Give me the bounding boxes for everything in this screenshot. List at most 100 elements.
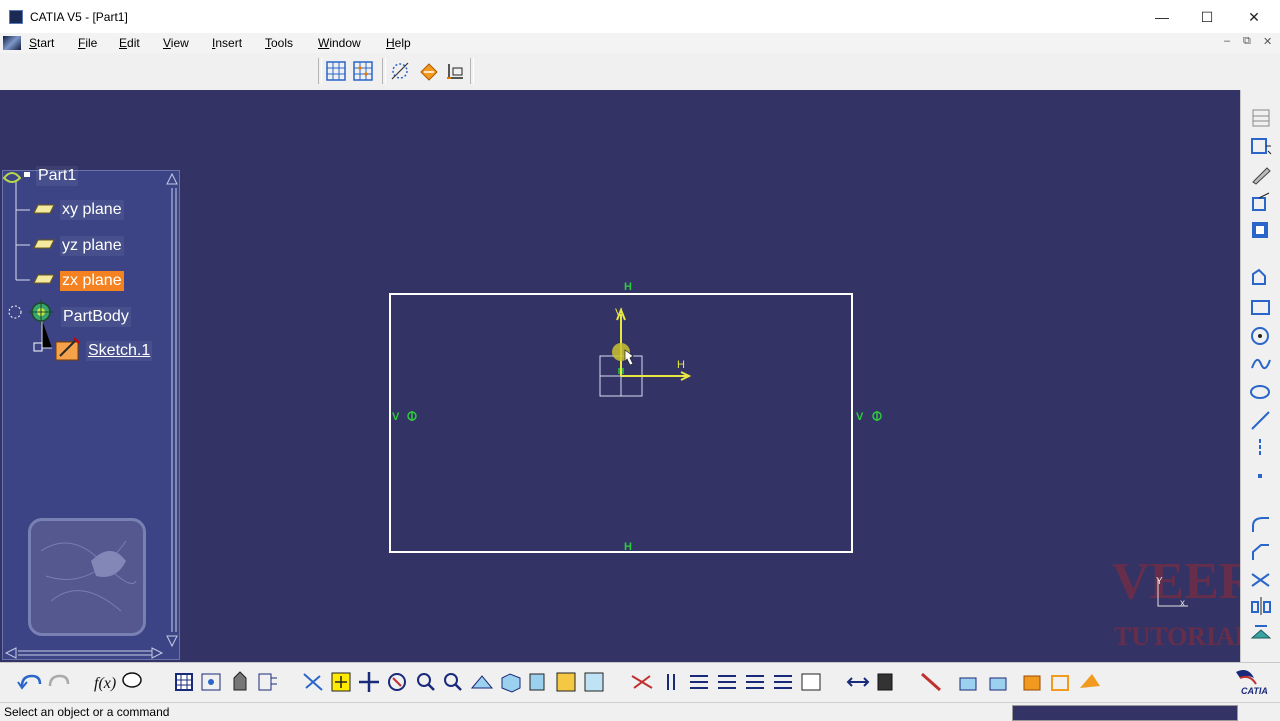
visualization-icon[interactable] [877, 673, 893, 691]
minimize-button[interactable]: — [1142, 5, 1182, 29]
iso-view-icon[interactable] [501, 673, 521, 693]
corner-icon[interactable] [1249, 512, 1273, 536]
tree-item-part1[interactable]: Part1 [36, 166, 79, 186]
menu-start[interactable]: Start [29, 36, 54, 50]
axis-icon[interactable] [1249, 436, 1273, 460]
construction-element-icon[interactable] [389, 60, 411, 82]
tree-item-sketch1[interactable]: Sketch.1 [86, 341, 153, 361]
mirror-icon[interactable] [1249, 594, 1273, 618]
point-icon[interactable] [1249, 464, 1273, 488]
measure-icon[interactable] [201, 673, 221, 691]
undo-icon[interactable] [17, 674, 42, 690]
part-icon[interactable] [2, 166, 34, 186]
anchor-icon[interactable] [774, 675, 792, 689]
constraint-icon[interactable] [667, 674, 675, 690]
chamfer-icon[interactable] [1249, 540, 1273, 564]
sketch-analysis-icon[interactable] [631, 675, 653, 689]
analysis-icon[interactable] [258, 673, 277, 691]
view-list-icon[interactable] [690, 675, 708, 689]
tree-item-zx-plane[interactable]: zx plane [60, 271, 124, 291]
zoom-out-icon[interactable] [444, 673, 462, 691]
menu-window[interactable]: Window [318, 36, 361, 50]
menu-view[interactable]: View [163, 36, 189, 50]
collapse-node-icon[interactable] [33, 342, 43, 352]
menu-edit[interactable]: Edit [119, 36, 140, 50]
yz-plane-icon[interactable] [33, 239, 55, 249]
fly-mode-icon[interactable] [303, 673, 323, 691]
menu-insert[interactable]: Insert [212, 36, 242, 50]
mdi-restore-button[interactable]: ⧉ [1243, 35, 1251, 48]
spline-icon[interactable] [1249, 352, 1273, 376]
geometrical-constraints-icon[interactable] [418, 60, 440, 82]
partbody-icon[interactable] [26, 297, 58, 327]
tree-item-yz-plane[interactable]: yz plane [60, 236, 124, 256]
grid-icon[interactable] [325, 60, 347, 82]
shading-icon[interactable] [529, 673, 545, 691]
comment-icon[interactable] [122, 672, 142, 688]
sketch-icon[interactable] [52, 334, 84, 364]
constraint-vertical-left[interactable]: V [392, 411, 399, 423]
catia-app-icon[interactable] [9, 10, 23, 24]
circle-icon[interactable] [1249, 324, 1273, 348]
grid-table-icon[interactable] [175, 673, 193, 691]
sketch-tools-icon[interactable] [1249, 218, 1273, 242]
zoom-in-icon[interactable] [417, 673, 435, 691]
profile-feature-icon[interactable] [989, 677, 1007, 691]
snap-grid-icon[interactable] [352, 60, 374, 82]
start-icon[interactable] [3, 36, 21, 50]
rotate-icon[interactable] [388, 673, 406, 691]
menu-tools[interactable]: Tools [265, 36, 293, 50]
profile-icon[interactable] [1249, 266, 1273, 290]
watermark-subtext: TUTORIAL [1114, 622, 1253, 651]
pan-icon[interactable] [359, 672, 379, 692]
orange-tool-3-icon[interactable] [1080, 674, 1100, 688]
coincidence-right-icon[interactable] [869, 410, 885, 422]
sketch-axis-system[interactable] [595, 300, 695, 400]
close-button[interactable]: ✕ [1234, 5, 1274, 29]
project-3d-icon[interactable] [1249, 620, 1273, 644]
constraint-horizontal-top[interactable]: H [624, 281, 632, 293]
sketch-tools-toolbar [0, 53, 1280, 91]
normal-view-icon[interactable] [470, 675, 494, 689]
material-icon[interactable] [233, 671, 247, 691]
exit-workbench-icon[interactable] [718, 675, 736, 689]
menu-file[interactable]: File [78, 36, 97, 50]
expand-node-icon[interactable] [6, 303, 26, 323]
rectangle-icon[interactable] [1249, 296, 1273, 320]
output-feature-icon[interactable] [959, 677, 977, 691]
tree-item-partbody[interactable]: PartBody [61, 307, 131, 327]
redo-icon[interactable] [48, 674, 70, 687]
orange-tool-1-icon[interactable] [1023, 675, 1041, 691]
xy-plane-icon[interactable] [33, 204, 55, 214]
tree-item-xy-plane[interactable]: xy plane [60, 200, 124, 220]
orange-tool-2-icon[interactable] [1051, 675, 1069, 691]
positioned-sketch-icon[interactable] [1249, 134, 1273, 158]
dimensional-constraints-icon[interactable] [445, 60, 467, 82]
zx-plane-icon[interactable] [33, 274, 55, 284]
hide-show-icon[interactable] [556, 672, 576, 692]
dimension-icon[interactable] [746, 675, 764, 689]
menu-help[interactable]: Help [386, 36, 411, 50]
sketch-pencil-icon[interactable] [1249, 162, 1273, 186]
layout-icon[interactable] [1249, 106, 1273, 130]
tree-vertical-scrollbar[interactable] [164, 170, 180, 660]
formula-icon[interactable]: f(x) [94, 675, 116, 692]
maximize-button[interactable]: ☐ [1187, 5, 1227, 29]
compass-widget[interactable] [28, 518, 146, 636]
constraint-vertical-right[interactable]: V [856, 411, 863, 423]
sketch-solving-icon[interactable] [846, 677, 870, 687]
3d-grid-icon[interactable] [921, 672, 941, 692]
constraint-box-icon[interactable] [1249, 190, 1273, 214]
mdi-close-button[interactable]: ✕ [1263, 35, 1272, 48]
line-icon[interactable] [1249, 408, 1273, 432]
ellipse-icon[interactable] [1249, 380, 1273, 404]
fit-all-icon[interactable] [331, 672, 351, 692]
coincidence-left-icon[interactable] [404, 410, 420, 422]
mdi-minimize-button[interactable]: – [1224, 35, 1230, 47]
constraint-horizontal-bottom[interactable]: H [624, 541, 632, 553]
cut-part-icon[interactable] [801, 673, 821, 691]
trim-icon[interactable] [1249, 568, 1273, 592]
tree-horizontal-scrollbar[interactable] [2, 645, 180, 661]
swap-visible-icon[interactable] [584, 672, 604, 692]
command-input[interactable] [1012, 705, 1238, 721]
